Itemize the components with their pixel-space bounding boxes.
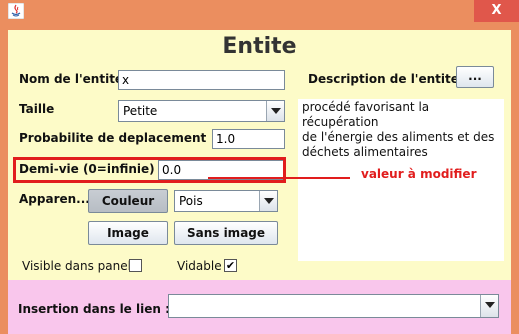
- sans-image-button[interactable]: Sans image: [174, 221, 278, 245]
- visible-checkbox[interactable]: [129, 259, 142, 272]
- nom-label: Nom de l'entite: [19, 72, 124, 86]
- chevron-down-icon[interactable]: [266, 101, 284, 121]
- chevron-down-icon[interactable]: [480, 295, 498, 317]
- description-label: Description de l'entite: [308, 72, 459, 86]
- chevron-down-icon[interactable]: [259, 191, 277, 211]
- annotation-text: valeur à modifier: [361, 167, 477, 181]
- close-button[interactable]: X: [474, 0, 519, 22]
- apparence-selected-value: Pois: [179, 194, 203, 208]
- highlight-box: [13, 157, 286, 183]
- entity-form: Entite Nom de l'entite x Taille Petite P…: [8, 30, 511, 334]
- taille-label: Taille: [19, 102, 55, 116]
- proba-label: Probabilite de deplacement: [19, 131, 207, 145]
- java-icon: [8, 3, 24, 19]
- insertion-panel: Insertion dans le lien :: [8, 280, 511, 334]
- taille-selected-value: Petite: [123, 104, 158, 118]
- image-button[interactable]: Image: [88, 221, 168, 245]
- vidable-label: Vidable: [177, 259, 222, 273]
- couleur-button[interactable]: Couleur: [88, 189, 168, 213]
- page-title: Entite: [222, 34, 297, 59]
- proba-input[interactable]: 1.0: [212, 129, 285, 149]
- apparence-label: Apparen...: [19, 192, 90, 206]
- application-window: X Entite Nom de l'entite x Taille Petite…: [0, 0, 519, 334]
- description-edit-button[interactable]: ...: [456, 66, 494, 88]
- visible-label: Visible dans panel: [22, 259, 131, 273]
- vidable-checkbox[interactable]: ✔: [224, 259, 237, 272]
- highlight-pointer-line: [208, 177, 350, 179]
- insertion-label: Insertion dans le lien :: [18, 302, 170, 316]
- apparence-select[interactable]: Pois: [174, 190, 278, 212]
- title-bar[interactable]: X: [0, 0, 519, 22]
- taille-select[interactable]: Petite: [118, 100, 285, 122]
- insertion-select[interactable]: [168, 294, 499, 318]
- nom-input[interactable]: x: [118, 70, 285, 90]
